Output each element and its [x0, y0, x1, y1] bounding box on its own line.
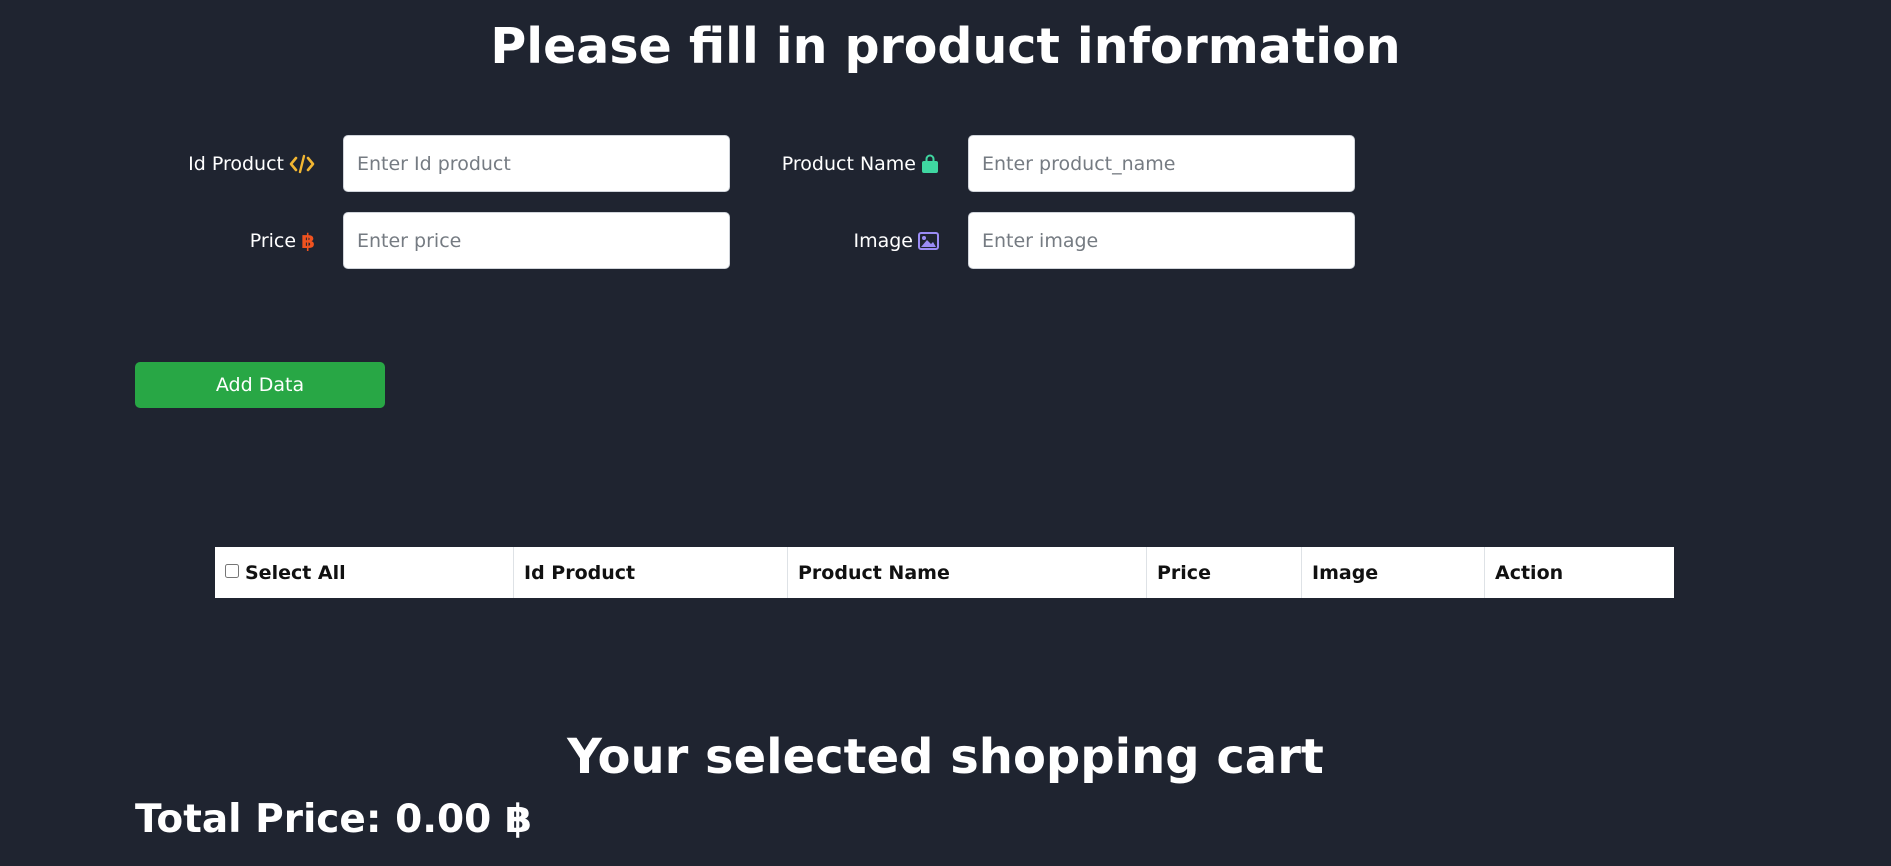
- product-name-column-header: Product Name: [788, 547, 1147, 598]
- image-icon: [918, 231, 939, 250]
- total-price-value: 0.00: [395, 797, 492, 842]
- id-product-column-header: Id Product: [514, 547, 788, 598]
- image-label: Image: [740, 212, 939, 269]
- shopping-bag-icon: [921, 154, 939, 174]
- product-name-input[interactable]: [968, 135, 1355, 192]
- select-all-header: Select All: [215, 547, 514, 598]
- product-name-label-text: Product Name: [781, 152, 916, 175]
- total-price-label: Total Price:: [135, 797, 382, 842]
- id-product-label-text: Id Product: [188, 152, 284, 175]
- image-input[interactable]: [968, 212, 1355, 269]
- product-table: Select All Id Product Product Name Price…: [215, 547, 1674, 598]
- image-label-text: Image: [853, 229, 913, 252]
- price-column-header: Price: [1147, 547, 1302, 598]
- action-column-header: Action: [1495, 561, 1564, 584]
- add-data-button[interactable]: Add Data: [135, 362, 385, 408]
- code-icon: [289, 154, 315, 174]
- image-column-header: Image: [1302, 547, 1485, 598]
- product-page: Please fill in product information Id Pr…: [0, 0, 1891, 866]
- select-all-checkbox[interactable]: [225, 563, 239, 578]
- cart-title: Your selected shopping cart: [567, 729, 1324, 785]
- select-all-label: Select All: [245, 561, 346, 584]
- price-label: Price ฿: [120, 212, 315, 269]
- page-title: Please fill in product information: [490, 18, 1401, 75]
- baht-icon: ฿: [301, 228, 315, 253]
- currency-symbol: ฿: [504, 797, 533, 842]
- price-input[interactable]: [343, 212, 730, 269]
- price-label-text: Price: [249, 229, 297, 252]
- id-product-input[interactable]: [343, 135, 730, 192]
- product-name-label: Product Name: [740, 135, 939, 192]
- id-product-label: Id Product: [120, 135, 315, 192]
- total-price: Total Price: 0.00 ฿: [135, 790, 532, 850]
